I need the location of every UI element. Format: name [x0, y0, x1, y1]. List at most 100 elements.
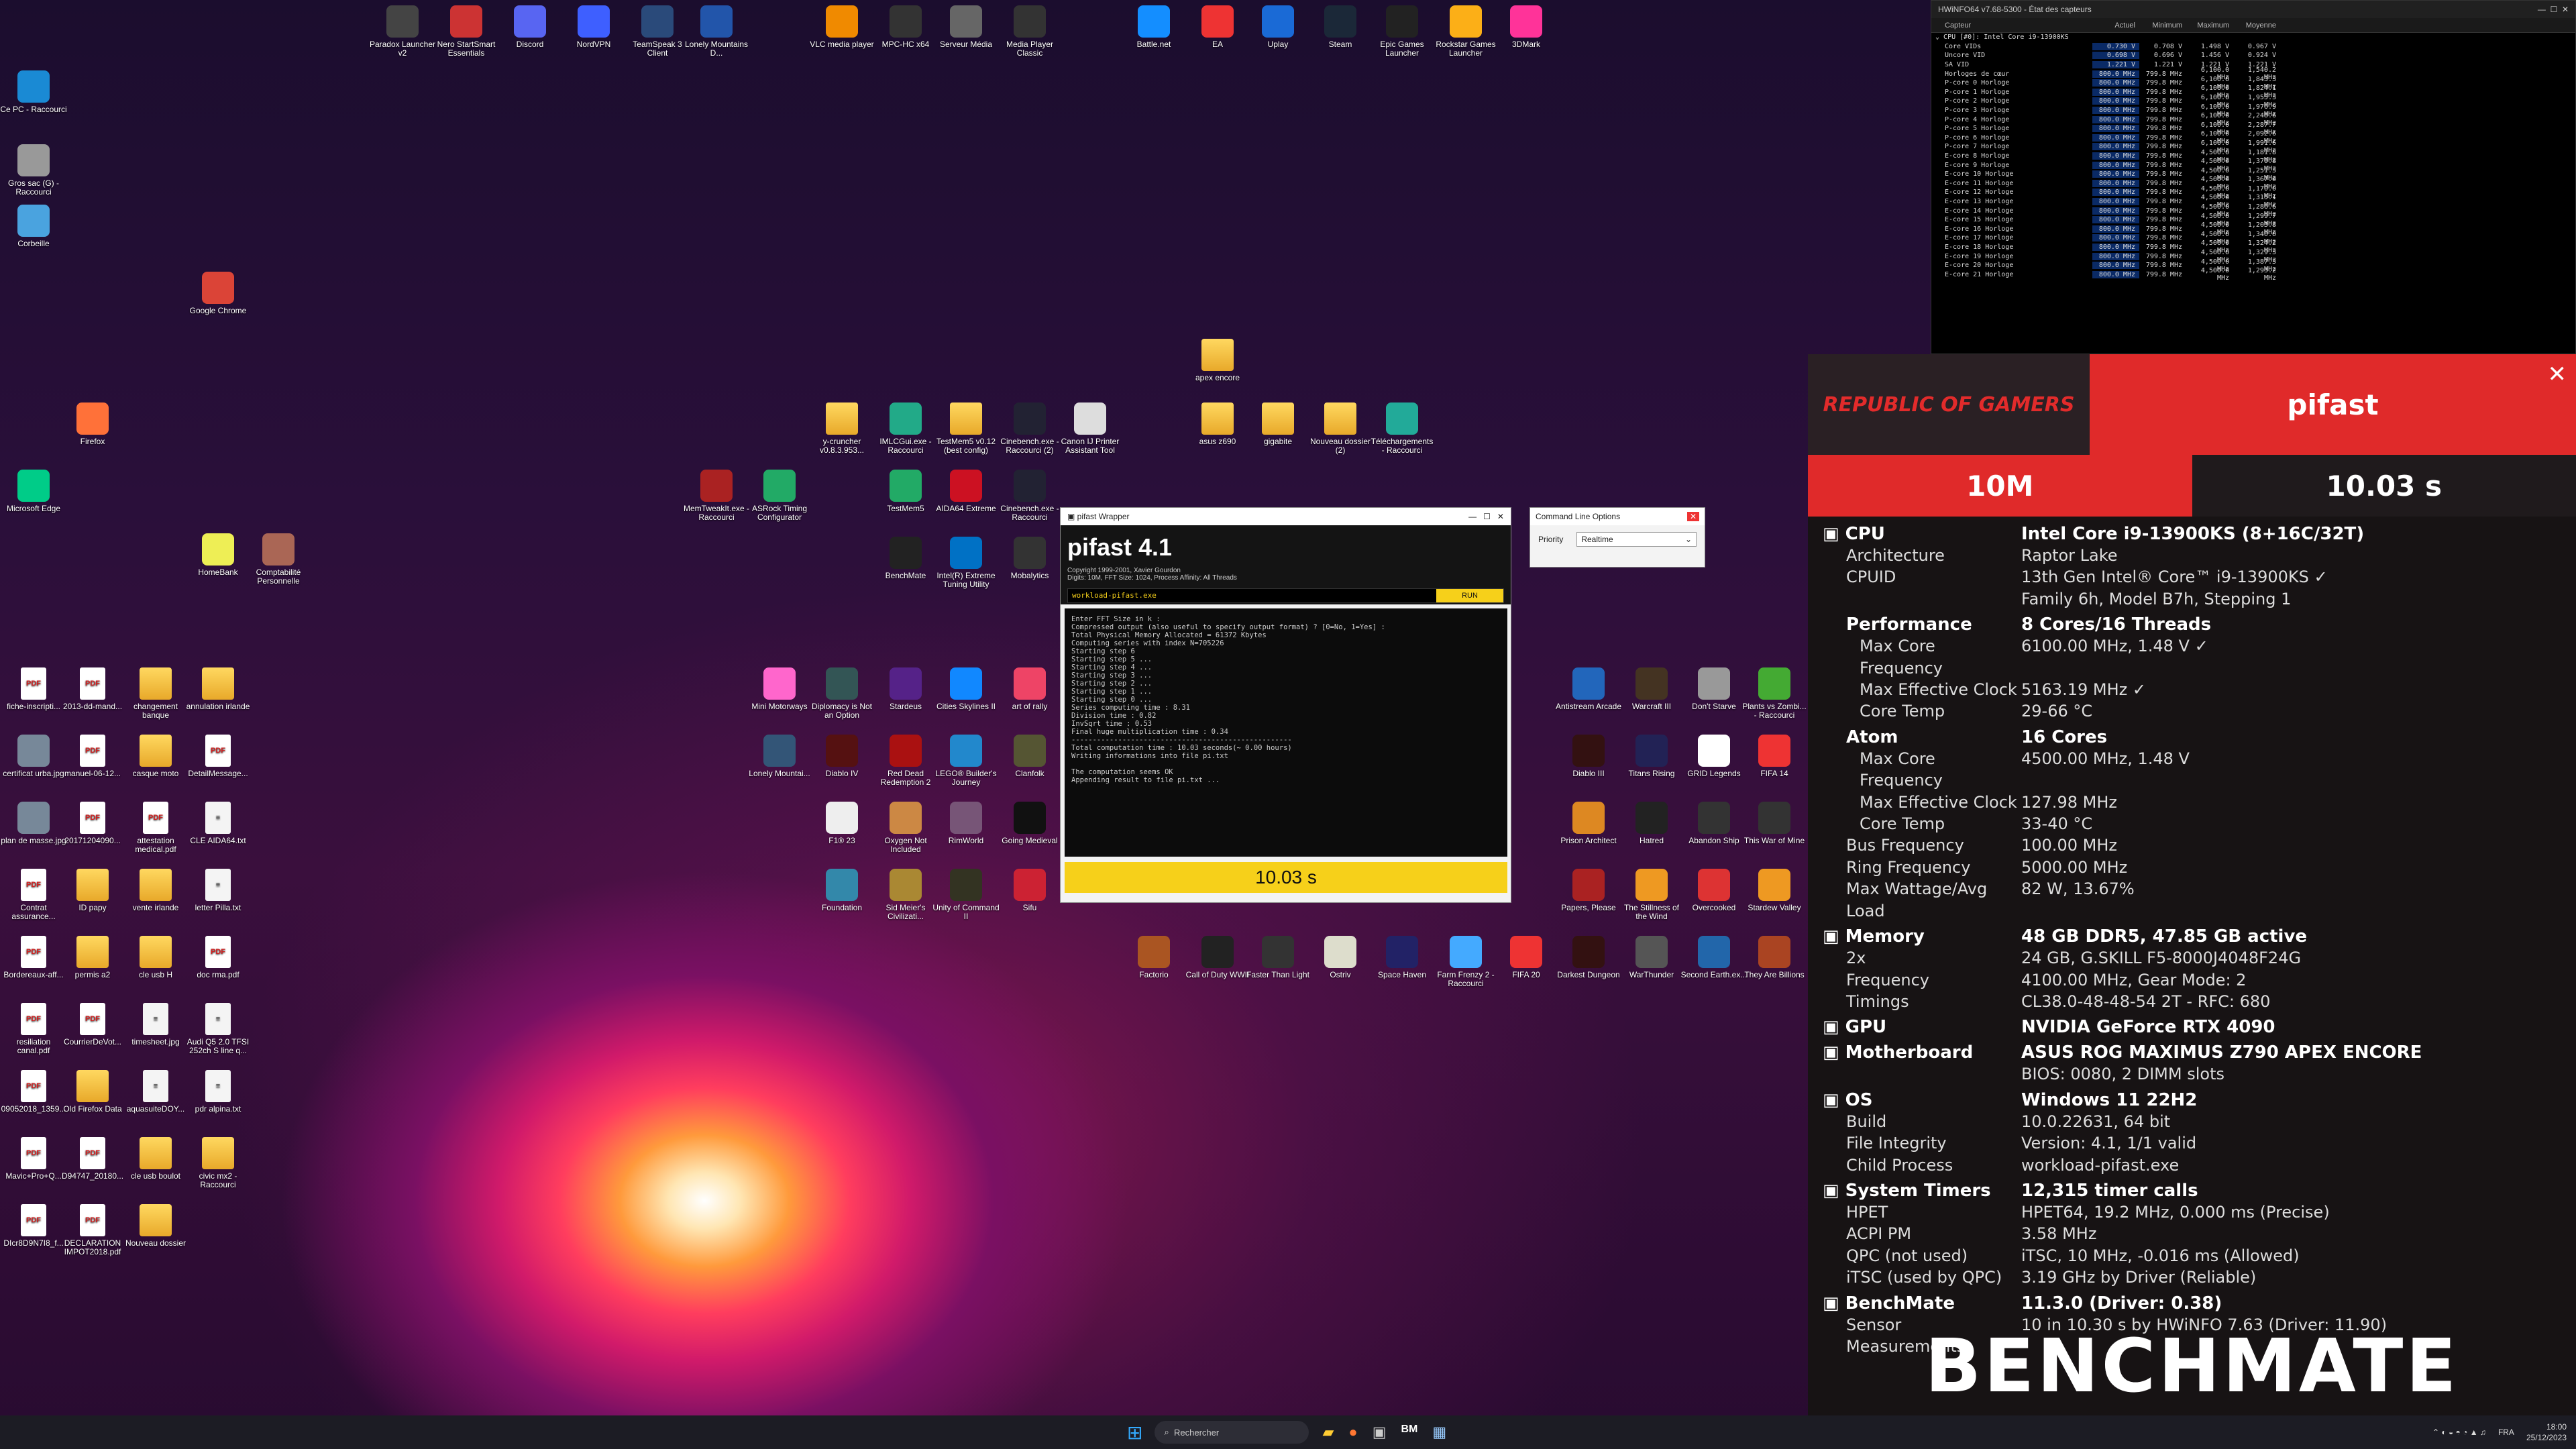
search-box[interactable]: ⌕ Rechercher: [1155, 1421, 1309, 1444]
desktop-icon[interactable]: Google Chrome: [184, 272, 252, 315]
desktop-icon[interactable]: Space Haven: [1368, 936, 1436, 979]
desktop-icon[interactable]: Uplay: [1244, 5, 1311, 49]
desktop-icon[interactable]: HomeBank: [184, 533, 252, 577]
desktop-icon[interactable]: Warcraft III: [1618, 667, 1685, 711]
desktop-icon[interactable]: Farm Frenzy 2 - Raccourci: [1432, 936, 1499, 988]
desktop-icon[interactable]: PDF DetailMessage...: [184, 735, 252, 778]
desktop-icon[interactable]: WarThunder: [1618, 936, 1685, 979]
desktop-icon[interactable]: Nouveau dossier: [122, 1204, 189, 1248]
desktop-icon[interactable]: Antistream Arcade: [1555, 667, 1622, 711]
desktop-icon[interactable]: civic mx2 - Raccourci: [184, 1137, 252, 1189]
desktop-icon[interactable]: Comptabilité Personnelle: [245, 533, 312, 586]
window-controls-icon[interactable]: — ☐ ✕: [2538, 5, 2569, 14]
desktop-icon[interactable]: PDF DIcr8D9N7I8_f...: [0, 1204, 67, 1248]
desktop-icon[interactable]: PDF doc rma.pdf: [184, 936, 252, 979]
desktop-icon[interactable]: ≡ pdr alpina.txt: [184, 1070, 252, 1114]
desktop-icon[interactable]: EA: [1184, 5, 1251, 49]
hwinfo-col-header[interactable]: Minimum: [2139, 21, 2186, 30]
firefox-icon[interactable]: ●: [1348, 1424, 1357, 1441]
desktop-icon[interactable]: PDF 2013-dd-mand...: [59, 667, 126, 711]
desktop-icon[interactable]: Plants vs Zombi... - Raccourci: [1741, 667, 1808, 720]
desktop-icon[interactable]: NordVPN: [560, 5, 627, 49]
desktop-icon[interactable]: FIFA 20: [1493, 936, 1560, 979]
desktop-icon[interactable]: Prison Architect: [1555, 802, 1622, 845]
desktop-icon[interactable]: art of rally: [996, 667, 1063, 711]
desktop-icon[interactable]: casque moto: [122, 735, 189, 778]
desktop-icon[interactable]: Lonely Mountai...: [746, 735, 813, 778]
desktop-icon[interactable]: Titans Rising: [1618, 735, 1685, 778]
desktop-icon[interactable]: Mini Motorways: [746, 667, 813, 711]
desktop-icon[interactable]: PDF attestation medical.pdf: [122, 802, 189, 854]
desktop-icon[interactable]: Nouveau dossier (2): [1307, 402, 1374, 455]
pifast-taskbar-icon[interactable]: ▦: [1432, 1424, 1446, 1441]
tray-icons[interactable]: ⌃ ◐ ◒ ◓ ◔ ▲ ♫: [2432, 1428, 2486, 1437]
desktop-icon[interactable]: Mobalytics: [996, 537, 1063, 580]
benchmate-taskbar-icon[interactable]: BM: [1401, 1424, 1417, 1441]
desktop-icon[interactable]: Steam: [1307, 5, 1374, 49]
desktop-icon[interactable]: MPC-HC x64: [872, 5, 939, 49]
desktop-icon[interactable]: Nero StartSmart Essentials: [433, 5, 500, 58]
desktop-icon[interactable]: changement banque: [122, 667, 189, 720]
desktop-icon[interactable]: PDF Mavic+Pro+Q...: [0, 1137, 67, 1181]
desktop-icon[interactable]: Faster Than Light: [1244, 936, 1311, 979]
desktop-icon[interactable]: Red Dead Redemption 2: [872, 735, 939, 787]
desktop-icon[interactable]: ≡ CLE AIDA64.txt: [184, 802, 252, 845]
desktop-icon[interactable]: y-cruncher v0.8.3.953...: [808, 402, 875, 455]
desktop-icon[interactable]: cle usb boulot: [122, 1137, 189, 1181]
command-line-options-window[interactable]: Command Line Options ✕ Priority Realtime ⌄: [1529, 507, 1705, 568]
desktop-icon[interactable]: Téléchargements - Raccourci: [1368, 402, 1436, 455]
desktop-icon[interactable]: Factorio: [1120, 936, 1187, 979]
exe-field[interactable]: workload-pifast.exe: [1068, 589, 1436, 602]
sensor-row[interactable]: E-core 21 Horloge 800.0 MHz 799.8 MHz 4,500…: [1931, 267, 2575, 282]
desktop-icon[interactable]: Rockstar Games Launcher: [1432, 5, 1499, 58]
desktop-icon[interactable]: PDF DECLARATION IMPOT2018.pdf: [59, 1204, 126, 1256]
file-explorer-icon[interactable]: ▰: [1322, 1424, 1334, 1441]
desktop-icon[interactable]: PDF 20171204090...: [59, 802, 126, 845]
desktop-icon[interactable]: Ce PC - Raccourci: [0, 70, 67, 114]
desktop-icon[interactable]: gigabite: [1244, 402, 1311, 446]
desktop-icon[interactable]: Serveur Média: [932, 5, 1000, 49]
desktop-icon[interactable]: Diablo IV: [808, 735, 875, 778]
desktop-icon[interactable]: Microsoft Edge: [0, 470, 67, 513]
window-controls-icon[interactable]: — ☐ ✕: [1468, 512, 1504, 521]
desktop-icon[interactable]: ID papy: [59, 869, 126, 912]
desktop-icon[interactable]: Cinebench.exe - Raccourci: [996, 470, 1063, 522]
hwinfo-col-header[interactable]: Actuel: [2092, 21, 2139, 30]
desktop-icon[interactable]: Discord: [496, 5, 564, 49]
desktop-icon[interactable]: Sid Meier's Civilizati...: [872, 869, 939, 921]
run-button[interactable]: RUN: [1436, 589, 1503, 602]
hwinfo-col-header[interactable]: Moyenne: [2233, 21, 2280, 30]
desktop-icon[interactable]: VLC media player: [808, 5, 875, 49]
desktop-icon[interactable]: BenchMate: [872, 537, 939, 580]
desktop-icon[interactable]: vente irlande: [122, 869, 189, 912]
hwinfo-sensor-list[interactable]: Core VIDs 0.730 V 0.708 V 1.498 V 0.967 V Unc…: [1931, 42, 2575, 282]
desktop-icon[interactable]: plan de masse.jpg: [0, 802, 67, 845]
desktop-icon[interactable]: Sifu: [996, 869, 1063, 912]
desktop-icon[interactable]: LEGO® Builder's Journey: [932, 735, 1000, 787]
close-icon[interactable]: ✕: [1686, 512, 1699, 521]
hwinfo-col-header[interactable]: Capteur: [1931, 21, 2092, 30]
sensor-row[interactable]: Uncore VID 0.698 V 0.696 V 1.456 V 0.924 V: [1931, 51, 2575, 60]
pifast-titlebar[interactable]: ▣ pifast Wrapper — ☐ ✕: [1061, 508, 1511, 525]
desktop-icon[interactable]: Abandon Ship: [1680, 802, 1748, 845]
desktop-icon[interactable]: Diablo III: [1555, 735, 1622, 778]
desktop-icon[interactable]: ≡ aquasuiteDOY...: [122, 1070, 189, 1114]
windows-start-icon[interactable]: ⊞: [1127, 1421, 1142, 1444]
desktop-icon[interactable]: Clanfolk: [996, 735, 1063, 778]
desktop-icon[interactable]: This War of Mine: [1741, 802, 1808, 845]
close-icon[interactable]: ✕: [2548, 361, 2567, 388]
desktop-icon[interactable]: PDF D94747_20180...: [59, 1137, 126, 1181]
desktop-icon[interactable]: Papers, Please: [1555, 869, 1622, 912]
desktop-icon[interactable]: TeamSpeak 3 Client: [624, 5, 691, 58]
desktop-icon[interactable]: ASRock Timing Configurator: [746, 470, 813, 522]
desktop-icon[interactable]: GRID Legends: [1680, 735, 1748, 778]
desktop-icon[interactable]: Corbeille: [0, 205, 67, 248]
desktop-icon[interactable]: ≡ Audi Q5 2.0 TFSI 252ch S line q...: [184, 1003, 252, 1055]
desktop-icon[interactable]: Battle.net: [1120, 5, 1187, 49]
desktop-icon[interactable]: F1® 23: [808, 802, 875, 845]
desktop-icon[interactable]: Stardeus: [872, 667, 939, 711]
desktop-icon[interactable]: Ostriv: [1307, 936, 1374, 979]
sensor-row[interactable]: Core VIDs 0.730 V 0.708 V 1.498 V 0.967 V: [1931, 42, 2575, 52]
desktop-icon[interactable]: Intel(R) Extreme Tuning Utility: [932, 537, 1000, 589]
desktop-icon[interactable]: ≡ letter Pilla.txt: [184, 869, 252, 912]
